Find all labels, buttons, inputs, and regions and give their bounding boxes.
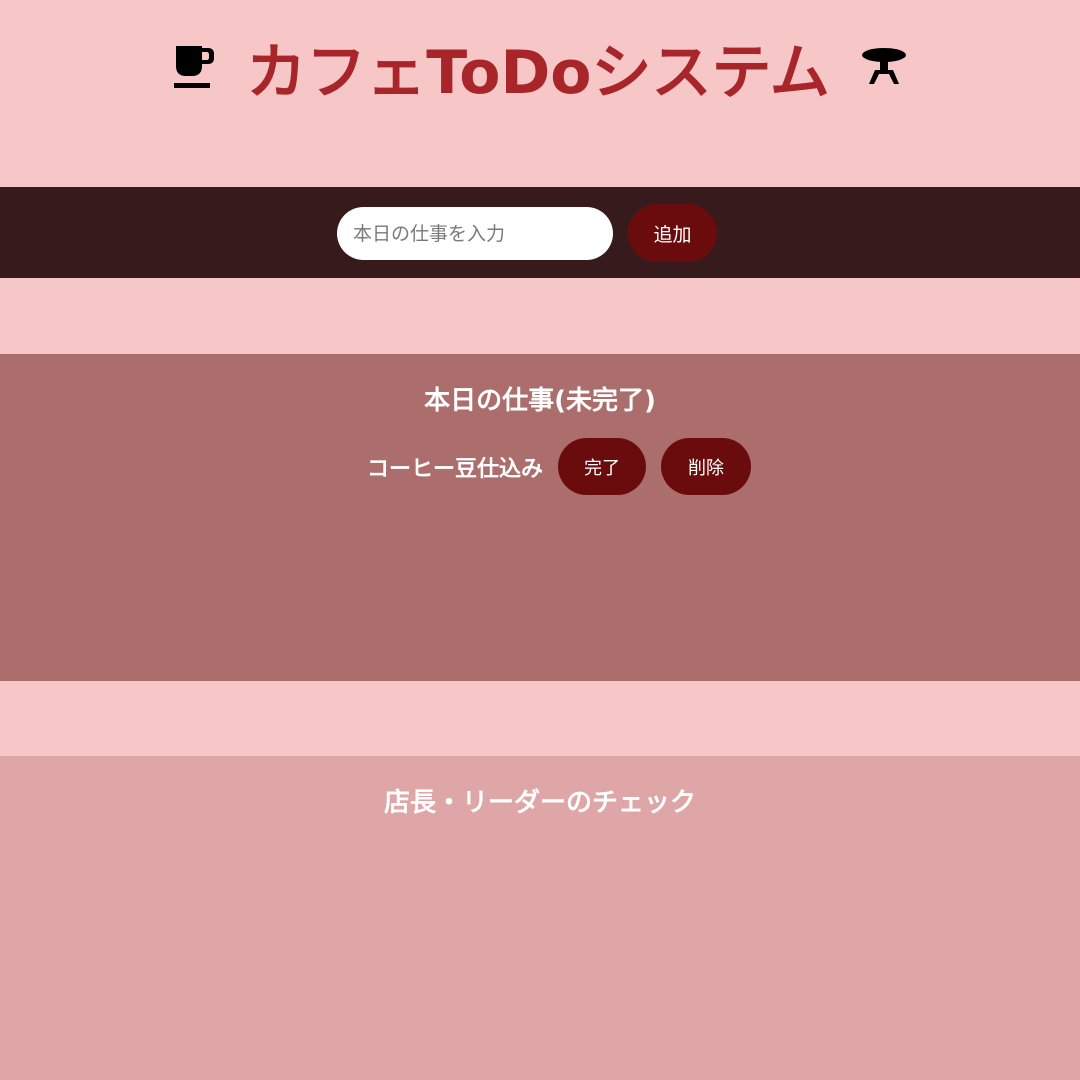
task-input-bar: 追加: [0, 187, 1080, 278]
todo-item-text: コーヒー豆仕込み: [366, 456, 543, 482]
incomplete-section-title: 本日の仕事(未完了): [424, 386, 656, 416]
check-section-title: 店長・リーダーのチェック: [383, 788, 696, 818]
task-input[interactable]: [337, 207, 613, 260]
incomplete-tasks-section: 本日の仕事(未完了) コーヒー豆仕込み 完了 削除: [0, 354, 1080, 681]
todo-item: コーヒー豆仕込み 完了 削除: [0, 438, 1080, 495]
app-header: カフェToDoシステム: [0, 0, 1080, 187]
complete-button[interactable]: 完了: [558, 438, 646, 495]
coffee-cup-icon: [172, 42, 216, 92]
cafe-table-icon: [860, 42, 908, 92]
app-title: カフェToDoシステム: [246, 37, 830, 108]
add-button[interactable]: 追加: [628, 204, 717, 262]
title-row: カフェToDoシステム: [0, 22, 1080, 112]
manager-check-section: 店長・リーダーのチェック: [0, 756, 1080, 1080]
delete-button[interactable]: 削除: [661, 438, 751, 495]
